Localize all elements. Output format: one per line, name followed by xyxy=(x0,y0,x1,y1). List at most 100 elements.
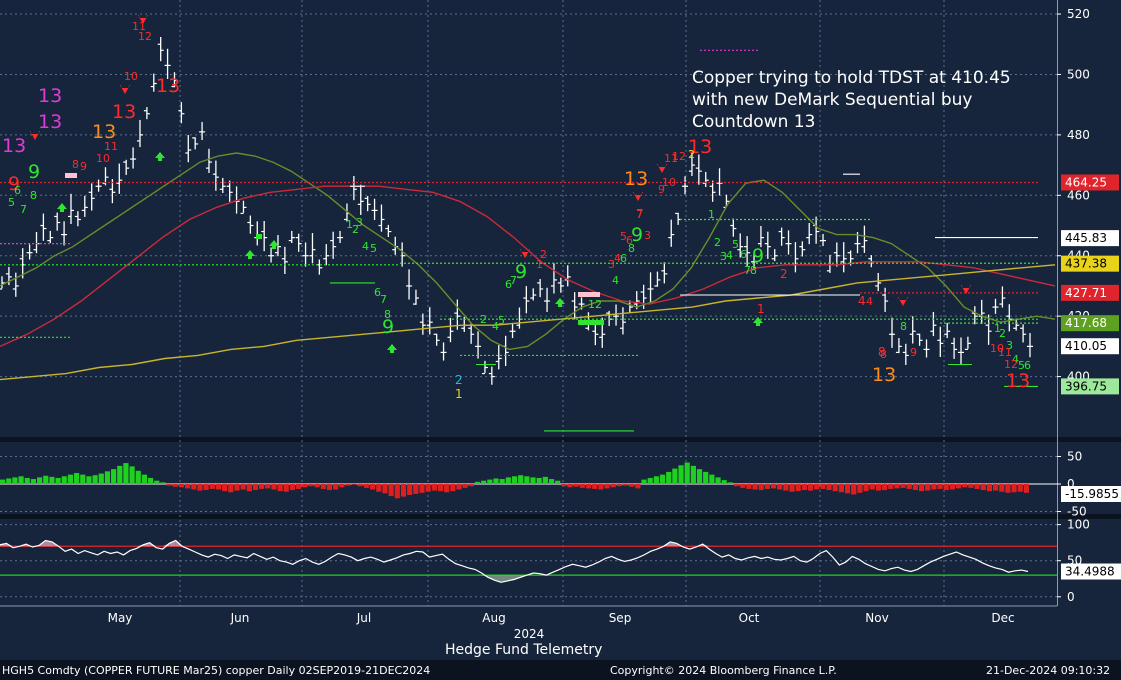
histogram-bar xyxy=(154,480,160,484)
setup-count-label: 7 xyxy=(20,203,27,216)
histogram-bar xyxy=(493,478,499,484)
histogram-bar xyxy=(0,479,6,484)
price-label-text: 445.83 xyxy=(1065,231,1107,245)
histogram-bar xyxy=(548,479,555,484)
histogram-bar xyxy=(382,484,388,494)
setup-count-label: 6 xyxy=(14,184,21,197)
setup-count-label: 2 xyxy=(999,327,1006,340)
histogram-bar xyxy=(351,484,357,485)
histogram-bar xyxy=(67,474,74,484)
x-tick-label: Jul xyxy=(356,611,371,625)
histogram-bar xyxy=(160,482,166,484)
histogram-bar xyxy=(425,484,431,492)
histogram-bar xyxy=(388,484,394,497)
histogram-bar xyxy=(955,484,962,489)
histogram-bar xyxy=(555,480,561,484)
histogram-bar xyxy=(320,484,326,489)
histogram-bar xyxy=(567,484,573,488)
setup-count-label: 8 xyxy=(628,242,635,255)
histogram-bar xyxy=(703,471,709,484)
histogram-bar xyxy=(690,465,696,484)
highlight-box xyxy=(578,320,604,325)
histogram-bar xyxy=(931,484,937,490)
histogram-bar xyxy=(814,484,820,490)
setup-count-label: 7 xyxy=(380,293,387,306)
histogram-bar xyxy=(172,484,178,487)
price-label-text: 427.71 xyxy=(1065,286,1107,300)
demark-count-label: 13 xyxy=(624,168,648,190)
demark-count-label: 1 xyxy=(757,302,765,316)
histogram-bar xyxy=(61,476,67,484)
setup-count-label: 6 xyxy=(620,252,627,265)
histogram-bar xyxy=(740,484,746,488)
x-tick-label: Jun xyxy=(230,611,250,625)
histogram-bar xyxy=(400,484,407,497)
price-label-text: 437.38 xyxy=(1065,257,1107,271)
histogram-bar xyxy=(678,465,684,484)
histogram-bar xyxy=(783,484,789,491)
histogram-bar xyxy=(832,484,838,492)
demark-count-label: 4 xyxy=(858,294,866,308)
histogram-bar xyxy=(394,484,400,499)
price-label-text: 396.75 xyxy=(1065,379,1107,393)
histogram-bar xyxy=(185,484,191,489)
setup-count-label: 8 xyxy=(900,320,907,333)
histogram-bar xyxy=(37,477,43,484)
setup-count-label: 3 xyxy=(644,229,651,242)
histogram-bar xyxy=(937,484,943,489)
setup-count-label: 4 xyxy=(362,240,369,253)
histogram-bar xyxy=(542,476,548,484)
histogram-bar xyxy=(6,478,12,484)
setup-count-label: 8 xyxy=(72,158,79,171)
demark-count-label: 13 xyxy=(156,75,180,97)
histogram-bar xyxy=(246,484,252,492)
histogram-bar xyxy=(795,484,801,492)
histogram-bar xyxy=(894,484,900,489)
y-tick-label: -50 xyxy=(1067,505,1087,519)
histogram-bar xyxy=(629,484,635,487)
setup-count-label: 7 xyxy=(636,208,643,221)
histogram-bar xyxy=(857,484,863,493)
histogram-bar xyxy=(733,484,740,487)
x-tick-label: Nov xyxy=(865,611,888,625)
histogram-bar xyxy=(474,481,481,484)
histogram-bar xyxy=(505,477,511,484)
histogram-bar xyxy=(838,484,844,493)
histogram-bar xyxy=(604,484,610,489)
histogram-bar xyxy=(197,484,203,491)
setup-count-label: 4 xyxy=(612,274,619,287)
histogram-value-label: -15.9855 xyxy=(1065,487,1119,501)
histogram-bar xyxy=(98,473,104,484)
setup-count-label: 2 xyxy=(480,313,487,326)
histogram-bar xyxy=(326,484,333,491)
histogram-bar xyxy=(900,484,906,488)
footer-title: Hedge Fund Telemetry xyxy=(445,642,603,658)
histogram-bar xyxy=(215,484,222,490)
demark-count-label: 1 xyxy=(455,387,463,401)
histogram-bar xyxy=(339,484,345,488)
histogram-bar xyxy=(370,484,376,490)
histogram-bar xyxy=(536,477,542,484)
histogram-bar xyxy=(659,474,666,484)
histogram-bar xyxy=(777,484,783,490)
y-tick-label: 0 xyxy=(1067,590,1075,604)
histogram-bar xyxy=(191,484,197,490)
histogram-bar xyxy=(653,476,659,484)
panel-divider xyxy=(0,437,1121,442)
chart-annotation-note: Copper trying to hold TDST at 410.45 wit… xyxy=(692,68,1011,132)
histogram-bar xyxy=(1017,484,1023,492)
setup-count-label: 6 xyxy=(740,248,747,261)
histogram-bar xyxy=(357,484,363,487)
histogram-bar xyxy=(468,484,474,487)
histogram-bar xyxy=(789,484,795,492)
highlight-box xyxy=(578,292,600,297)
histogram-bar xyxy=(715,477,721,484)
histogram-bar xyxy=(592,484,598,489)
highlight-box xyxy=(256,234,262,239)
setup-count-label: 10 xyxy=(124,70,138,83)
histogram-bar xyxy=(376,484,382,492)
histogram-bar xyxy=(444,484,450,493)
histogram-bar xyxy=(918,484,925,492)
histogram-bar xyxy=(333,484,339,490)
histogram-bar xyxy=(684,462,690,484)
